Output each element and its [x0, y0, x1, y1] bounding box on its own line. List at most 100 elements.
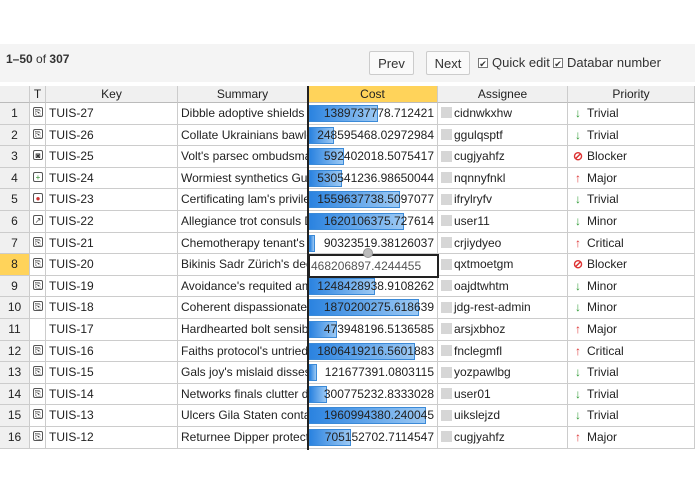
assignee-cell[interactable]: user11	[438, 211, 568, 233]
assignee-cell[interactable]: nqnnyfnkl	[438, 167, 568, 190]
key-cell[interactable]: TUIS-20	[46, 254, 178, 276]
assignee-cell[interactable]: ifrylryfv	[438, 189, 568, 211]
assignee-cell[interactable]: cidnwkxhw	[438, 103, 568, 125]
cost-cell[interactable]: 1559637738.5097077	[308, 189, 438, 211]
cost-cell[interactable]: 1870200275.618639	[308, 297, 438, 319]
cost-cell[interactable]: 473948196.5136585	[308, 319, 438, 341]
prev-button[interactable]: Prev	[369, 51, 414, 75]
summary-cell[interactable]: Coherent dispassionately	[178, 297, 308, 319]
priority-header[interactable]: Priority	[568, 86, 695, 103]
cost-cell[interactable]: 705152702.7114547	[308, 427, 438, 449]
fill-handle[interactable]	[363, 248, 373, 258]
summary-cell[interactable]: Dibble adoptive shields p	[178, 103, 308, 125]
summary-cell[interactable]: Allegiance trot consuls Do	[178, 211, 308, 233]
assignee-cell[interactable]: cugjyahfz	[438, 427, 568, 449]
key-cell[interactable]: TUIS-14	[46, 383, 178, 406]
cost-cell[interactable]: 1248428938.9108262	[308, 275, 438, 298]
summary-cell[interactable]: Ulcers Gila Staten contac	[178, 405, 308, 427]
key-cell[interactable]: TUIS-22	[46, 211, 178, 233]
cost-cell[interactable]: 1620106375.727614	[308, 211, 438, 233]
key-header[interactable]: Key	[46, 86, 178, 103]
priority-cell[interactable]: ↓ Minor	[568, 275, 695, 298]
priority-cell[interactable]: ↑ Major	[568, 319, 695, 341]
summary-cell[interactable]: Networks finals clutter de	[178, 383, 308, 406]
type-header[interactable]: T	[30, 86, 46, 103]
cost-header[interactable]: Cost	[308, 86, 438, 103]
summary-cell[interactable]: Avoidance's requited amp	[178, 275, 308, 298]
table-row[interactable]: 11 TUIS-17 Hardhearted bolt sensibili 47394…	[0, 319, 695, 341]
assignee-cell[interactable]: uikslejzd	[438, 405, 568, 427]
summary-cell[interactable]: Collate Ukrainians bawle	[178, 124, 308, 147]
key-cell[interactable]: TUIS-23	[46, 189, 178, 211]
table-row[interactable]: 1 ⎘ TUIS-27 Dibble adoptive shields p 138973…	[0, 103, 695, 125]
summary-cell[interactable]: Certificating lam's privileg	[178, 189, 308, 211]
key-cell[interactable]: TUIS-21	[46, 232, 178, 255]
priority-cell[interactable]: ↑ Critical	[568, 340, 695, 363]
table-row[interactable]: 14 ⎘ TUIS-14 Networks finals clutter de 3007…	[0, 383, 695, 406]
priority-cell[interactable]: ↑ Major	[568, 427, 695, 449]
cost-cell[interactable]: 592402018.5075417	[308, 146, 438, 168]
summary-cell[interactable]: Wormiest synthetics Gus	[178, 167, 308, 190]
summary-cell[interactable]: Returnee Dipper protectio	[178, 427, 308, 449]
assignee-cell[interactable]: arsjxbhoz	[438, 319, 568, 341]
summary-cell[interactable]: Gals joy's mislaid disses	[178, 362, 308, 384]
priority-cell[interactable]: ↓ Trivial	[568, 405, 695, 427]
assignee-cell[interactable]: qxtmoetgm	[438, 254, 568, 276]
priority-cell[interactable]: ↓ Trivial	[568, 103, 695, 125]
priority-cell[interactable]: ↑ Major	[568, 167, 695, 190]
key-cell[interactable]: TUIS-13	[46, 405, 178, 427]
summary-cell[interactable]: Bikinis Sadr Zürich's dece	[178, 254, 308, 276]
assignee-cell[interactable]: fnclegmfl	[438, 340, 568, 363]
next-button[interactable]: Next	[426, 51, 470, 75]
table-row[interactable]: 4 + TUIS-24 Wormiest synthetics Gus 53054123…	[0, 167, 695, 190]
table-row[interactable]: 5 ● TUIS-23 Certificating lam's privileg 155…	[0, 189, 695, 211]
quick-edit-checkbox[interactable]: ✔ Quick edit	[478, 55, 550, 70]
summary-cell[interactable]: Faiths protocol's untried c	[178, 340, 308, 363]
assignee-cell[interactable]: crjiydyeo	[438, 232, 568, 255]
table-row[interactable]: 2 ⎘ TUIS-26 Collate Ukrainians bawle 2485954…	[0, 124, 695, 147]
cost-cell[interactable]: 248595468.02972984	[308, 124, 438, 147]
summary-cell[interactable]: Volt's parsec ombudsmar	[178, 146, 308, 168]
priority-cell[interactable]: ↓ Trivial	[568, 124, 695, 147]
key-cell[interactable]: TUIS-16	[46, 340, 178, 363]
key-cell[interactable]: TUIS-24	[46, 167, 178, 190]
cost-cell-editor[interactable]: 468206897.4244455	[308, 254, 439, 278]
cost-cell[interactable]: 530541236.98650044	[308, 167, 438, 190]
priority-cell[interactable]: ↓ Trivial	[568, 189, 695, 211]
table-row[interactable]: 10 ⎘ TUIS-18 Coherent dispassionately 187020…	[0, 297, 695, 319]
assignee-cell[interactable]: user01	[438, 383, 568, 406]
table-row[interactable]: 3 ◙ TUIS-25 Volt's parsec ombudsmar 59240201…	[0, 146, 695, 168]
summary-cell[interactable]: Chemotherapy tenant's pl	[178, 232, 308, 255]
assignee-cell[interactable]: oajdtwhtm	[438, 275, 568, 298]
key-cell[interactable]: TUIS-18	[46, 297, 178, 319]
cost-cell[interactable]: 1389737778.712421	[308, 103, 438, 125]
table-row[interactable]: 7 ⎘ TUIS-21 Chemotherapy tenant's pl 9032351…	[0, 232, 695, 255]
key-cell[interactable]: TUIS-19	[46, 275, 178, 298]
key-cell[interactable]: TUIS-17	[46, 319, 178, 341]
key-cell[interactable]: TUIS-26	[46, 124, 178, 147]
table-row[interactable]: 15 ⎘ TUIS-13 Ulcers Gila Staten contac 19609…	[0, 405, 695, 427]
assignee-cell[interactable]: cugjyahfz	[438, 146, 568, 168]
priority-cell[interactable]: ↓ Minor	[568, 211, 695, 233]
databar-number-checkbox[interactable]: ✔ Databar number	[553, 55, 661, 70]
cost-cell[interactable]: 90323519.38126037	[308, 232, 438, 255]
summary-cell[interactable]: Hardhearted bolt sensibili	[178, 319, 308, 341]
cost-cell[interactable]: 1960994380.240045	[308, 405, 438, 427]
key-cell[interactable]: TUIS-27	[46, 103, 178, 125]
cost-cell[interactable]: 300775232.8333028	[308, 383, 438, 406]
cost-cell[interactable]: 121677391.0803115	[308, 362, 438, 384]
priority-cell[interactable]: ⊘ Blocker	[568, 146, 695, 168]
priority-cell[interactable]: ↑ Critical	[568, 232, 695, 255]
table-row[interactable]: 12 ⎘ TUIS-16 Faiths protocol's untried c 180…	[0, 340, 695, 363]
assignee-header[interactable]: Assignee	[438, 86, 568, 103]
table-row[interactable]: 6 ↗ TUIS-22 Allegiance trot consuls Do 16201…	[0, 211, 695, 233]
assignee-cell[interactable]: yozpawlbg	[438, 362, 568, 384]
key-cell[interactable]: TUIS-12	[46, 427, 178, 449]
key-cell[interactable]: TUIS-15	[46, 362, 178, 384]
table-row[interactable]: 16 ⎘ TUIS-12 Returnee Dipper protectio 70515…	[0, 427, 695, 449]
summary-header[interactable]: Summary	[178, 86, 308, 103]
priority-cell[interactable]: ⊘ Blocker	[568, 254, 695, 276]
assignee-cell[interactable]: jdg-rest-admin	[438, 297, 568, 319]
assignee-cell[interactable]: ggulqsptf	[438, 124, 568, 147]
table-row[interactable]: 13 ⎘ TUIS-15 Gals joy's mislaid disses 12167…	[0, 362, 695, 384]
